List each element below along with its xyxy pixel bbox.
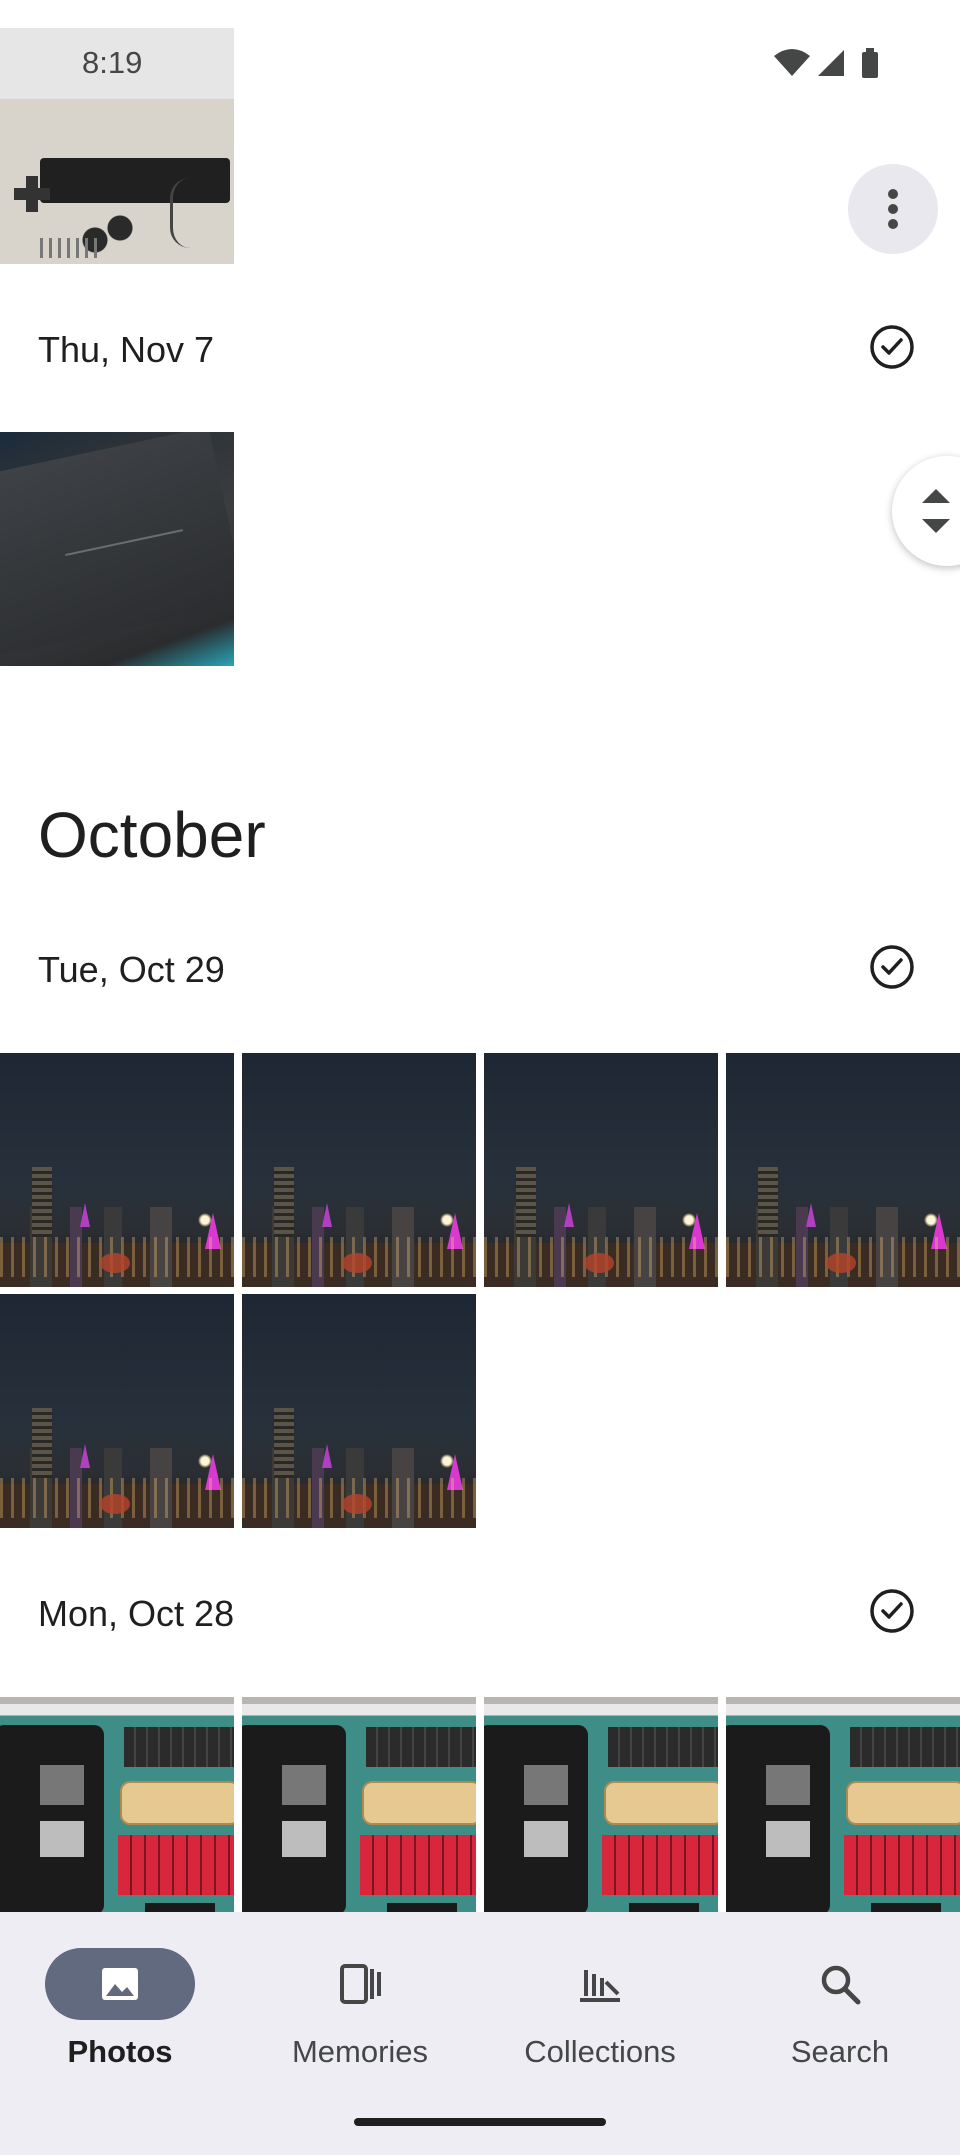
collections-icon	[580, 1970, 620, 2002]
wifi-icon	[774, 49, 810, 76]
photo-thumbnail[interactable]	[726, 1053, 960, 1287]
more-vert-icon	[888, 189, 898, 229]
photo-thumbnail[interactable]	[0, 432, 234, 666]
photo-thumbnail[interactable]	[0, 1053, 234, 1287]
date-label: Mon, Oct 28	[38, 1593, 235, 1634]
nav-label: Memories	[291, 2034, 429, 2069]
select-day-check-icon[interactable]	[868, 1587, 916, 1635]
more-options-button[interactable]	[848, 164, 938, 254]
photo-thumbnail[interactable]	[242, 1697, 476, 1931]
cellular-signal-icon	[818, 50, 844, 76]
nav-item-photos[interactable]: Photos	[0, 1930, 240, 2080]
photo-icon	[102, 1968, 138, 2000]
nav-item-search[interactable]: Search	[720, 1930, 960, 2080]
date-label: Tue, Oct 29	[38, 949, 225, 990]
photos-screen: 8:19 Thu, Nov 7 October Tue, Oct 29 Mon,…	[0, 0, 960, 2155]
photo-thumbnail[interactable]	[484, 1053, 718, 1287]
month-header: October	[38, 799, 266, 871]
nav-label: Photos	[67, 2034, 173, 2069]
home-indicator[interactable]	[354, 2118, 606, 2126]
fast-scroll-handle[interactable]	[892, 456, 960, 566]
drag-up-down-icon	[922, 489, 950, 533]
photo-thumbnail[interactable]	[484, 1697, 718, 1931]
select-day-check-icon[interactable]	[868, 943, 916, 991]
nav-label: Search	[790, 2034, 890, 2069]
date-header: Tue, Oct 29	[0, 937, 960, 997]
status-time: 8:19	[82, 45, 143, 80]
search-icon	[821, 1965, 861, 2005]
photo-thumbnail[interactable]	[0, 1697, 234, 1931]
nav-label: Collections	[524, 2034, 676, 2069]
photo-thumbnail[interactable]	[0, 1294, 234, 1528]
photo-thumbnail[interactable]	[242, 1294, 476, 1528]
battery-icon	[862, 48, 878, 78]
date-header: Thu, Nov 7	[0, 317, 960, 377]
photo-thumbnail[interactable]	[242, 1053, 476, 1287]
memories-icon	[340, 1964, 381, 2004]
status-icons	[774, 48, 878, 78]
nav-item-memories[interactable]: Memories	[240, 1930, 480, 2080]
photo-thumbnail[interactable]	[726, 1697, 960, 1931]
select-day-check-icon[interactable]	[868, 323, 916, 371]
nav-item-collections[interactable]: Collections	[480, 1930, 720, 2080]
date-label: Thu, Nov 7	[38, 329, 215, 370]
date-header: Mon, Oct 28	[0, 1581, 960, 1641]
